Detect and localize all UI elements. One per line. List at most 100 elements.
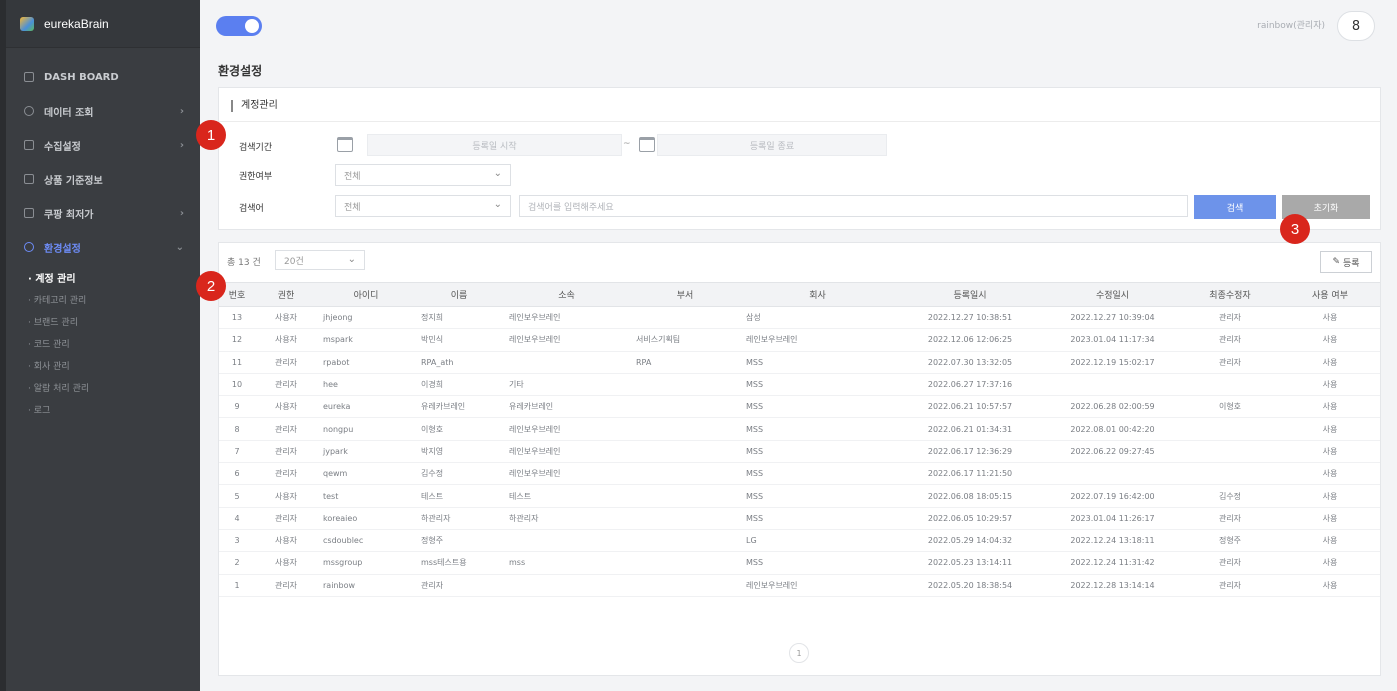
auth-label: 권한여부 (239, 172, 273, 182)
user-label[interactable]: rainbow(관리자) (1257, 18, 1325, 31)
end-date-input[interactable]: 등록일 종료 (657, 134, 887, 156)
sidebar-subitem-code[interactable]: · 코드 관리 (6, 332, 200, 354)
col-header[interactable]: 회사 (740, 282, 895, 307)
table-cell: 이형호 (415, 417, 503, 441)
table-cell: 13 (219, 306, 255, 330)
table-cell: 이형호 (1180, 395, 1280, 419)
table-cell: 2022.06.08 18:05:15 (895, 484, 1045, 508)
table-cell: eureka (317, 395, 415, 419)
table-row[interactable]: 6 관리자 qewm 김수정 레인보우브레인 MSS 2022.06.17 11:21:50… (219, 462, 1380, 486)
table-cell: MSS (740, 373, 895, 397)
date-separator: ~ (623, 139, 631, 149)
search-button[interactable]: 검색 (1194, 195, 1276, 219)
page-title: 환경설정 (218, 64, 263, 78)
table-row[interactable]: 10 관리자 hee 이경희 기타 MSS 2022.06.27 17:37:16 사용 (219, 373, 1380, 397)
table-row[interactable]: 9 사용자 eureka 유레카브레인 유레카브레인 MSS 2022.06.21 10:5… (219, 395, 1380, 419)
table-cell: 사용 (1280, 507, 1380, 530)
table-cell: csdoublec (317, 529, 415, 553)
chevron-right-icon: › (179, 139, 184, 151)
auth-select-value: 전체 (344, 171, 361, 182)
table-cell: mss (503, 551, 630, 575)
table-row[interactable]: 4 관리자 koreaieo 하관리자 하관리자 MSS 2022.06.05 10:29:… (219, 507, 1380, 530)
page-size-select[interactable]: 20건 ⌄ (275, 250, 365, 270)
sidebar-subitem-log[interactable]: · 로그 (6, 398, 200, 420)
col-header[interactable]: 아이디 (317, 282, 415, 307)
col-header[interactable]: 수정일시 (1045, 282, 1180, 307)
col-header[interactable]: 사용 여부 (1280, 282, 1380, 307)
app-logo[interactable]: eurekaBrain (6, 0, 200, 48)
table-cell: nongpu (317, 417, 415, 441)
table-cell: 정형주 (1180, 529, 1280, 553)
calendar-icon[interactable] (639, 137, 655, 152)
sidebar-subitem-brand[interactable]: · 브랜드 관리 (6, 310, 200, 332)
table-row[interactable]: 1 관리자 rainbow 관리자 레인보우브레인 2022.05.20 18:38:54… (219, 574, 1380, 597)
table-cell: 하관리자 (415, 507, 503, 530)
notification-badge[interactable]: 8 (1337, 11, 1375, 41)
sidebar-item-dashboard[interactable]: DASH BOARD (6, 60, 200, 94)
sidebar-subitem-company[interactable]: · 회사 관리 (6, 354, 200, 376)
table-cell: mss테스트용 (415, 551, 503, 575)
sidebar-item-collect-settings[interactable]: 수집설정 › (6, 128, 200, 162)
table-cell: 정지희 (415, 306, 503, 330)
col-header[interactable]: 부서 (630, 282, 740, 307)
table-cell: qewm (317, 462, 415, 486)
sidebar-subitem-category[interactable]: · 카테고리 관리 (6, 288, 200, 310)
table-cell: 2023.01.04 11:26:17 (1045, 507, 1180, 530)
table-cell: 2022.12.27 10:39:04 (1045, 306, 1180, 330)
table-row[interactable]: 2 사용자 mssgroup mss테스트용 mss MSS 2022.05.23 13:1… (219, 551, 1380, 575)
table-row[interactable]: 5 사용자 test 테스트 테스트 MSS 2022.06.08 18:05:15 2022… (219, 484, 1380, 508)
table-cell: 박지영 (415, 440, 503, 464)
col-header[interactable]: 이름 (415, 282, 503, 307)
sidebar-item-environment[interactable]: 환경설정 ⌄ (6, 230, 200, 264)
calendar-icon[interactable] (337, 137, 353, 152)
table-cell: 2022.05.23 13:14:11 (895, 551, 1045, 575)
table-cell: 2022.12.06 12:06:25 (895, 328, 1045, 352)
annotation-marker: 1 (196, 120, 226, 150)
table-row[interactable]: 3 사용자 csdoublec 정형주 LG 2022.05.29 14:04:32 202… (219, 529, 1380, 553)
search-panel: 계정관리 검색기간 등록일 시작 ~ 등록일 종료 권한여부 전체 ⌄ 검색어 … (218, 87, 1381, 230)
table-cell: rpabot (317, 351, 415, 374)
table-cell: 사용 (1280, 306, 1380, 330)
col-header[interactable]: 최종수정자 (1180, 282, 1280, 307)
table-cell: 2022.07.30 13:32:05 (895, 351, 1045, 374)
register-button[interactable]: ✎ 등록 (1320, 251, 1372, 273)
table-cell: 8 (219, 417, 255, 441)
table-cell (1045, 373, 1180, 397)
table-body: 13 사용자 jhjeong 정지희 레인보우브레인 삼성 2022.12.27 10:38… (219, 306, 1380, 597)
table-cell: 2022.06.21 01:34:31 (895, 417, 1045, 441)
table-row[interactable]: 13 사용자 jhjeong 정지희 레인보우브레인 삼성 2022.12.27 10:38… (219, 306, 1380, 330)
col-header[interactable]: 권한 (255, 282, 317, 307)
total-count: 총 13 건 (227, 258, 261, 268)
pagination-page[interactable]: 1 (789, 643, 809, 663)
keyword-input[interactable]: 검색어를 입력해주세요 (519, 195, 1188, 217)
sidebar-toggle[interactable] (216, 16, 262, 36)
table-cell: 사용 (1280, 574, 1380, 597)
table-cell: 하관리자 (503, 507, 630, 530)
table-cell: 테스트 (503, 484, 630, 508)
table-cell (630, 373, 740, 397)
sidebar-submenu: · 계정 관리 · 카테고리 관리 · 브랜드 관리 · 코드 관리 · 회사 … (6, 264, 200, 420)
sidebar-item-product-info[interactable]: 상품 기준정보 (6, 162, 200, 196)
table-row[interactable]: 12 사용자 mspark 박민식 레인보우브레인 서비스기획팀 레인보우브레인 2022.1… (219, 328, 1380, 352)
sidebar-item-data-view[interactable]: 데이터 조회 › (6, 94, 200, 128)
table-cell: 2022.12.27 10:38:51 (895, 306, 1045, 330)
table-row[interactable]: 11 관리자 rpabot RPA_ath RPA MSS 2022.07.30 13:32… (219, 351, 1380, 374)
table-cell: 관리자 (1180, 351, 1280, 374)
account-table: 번호 권한 아이디 이름 소속 부서 회사 등록일시 수정일시 최종수정자 사용… (219, 282, 1380, 597)
table-cell: 2022.06.05 10:29:57 (895, 507, 1045, 530)
table-row[interactable]: 8 관리자 nongpu 이형호 레인보우브레인 MSS 2022.06.21 01:34:… (219, 417, 1380, 441)
auth-select[interactable]: 전체 ⌄ (335, 164, 511, 186)
col-header[interactable]: 소속 (503, 282, 630, 307)
table-cell: 정형주 (415, 529, 503, 553)
keyword-type-select[interactable]: 전체 ⌄ (335, 195, 511, 217)
table-cell: 서비스기획팀 (630, 328, 740, 352)
sidebar-subitem-account[interactable]: · 계정 관리 (6, 266, 200, 288)
sidebar-item-coupang-lowest[interactable]: 쿠팡 최저가 › (6, 196, 200, 230)
table-cell (630, 440, 740, 464)
sidebar-subitem-alarm[interactable]: · 알람 처리 관리 (6, 376, 200, 398)
table-cell: 레인보우브레인 (740, 328, 895, 352)
table-row[interactable]: 7 관리자 jypark 박지영 레인보우브레인 MSS 2022.06.17 12:36:… (219, 440, 1380, 464)
table-cell: 유레카브레인 (415, 395, 503, 419)
start-date-input[interactable]: 등록일 시작 (367, 134, 622, 156)
col-header[interactable]: 등록일시 (895, 282, 1045, 307)
